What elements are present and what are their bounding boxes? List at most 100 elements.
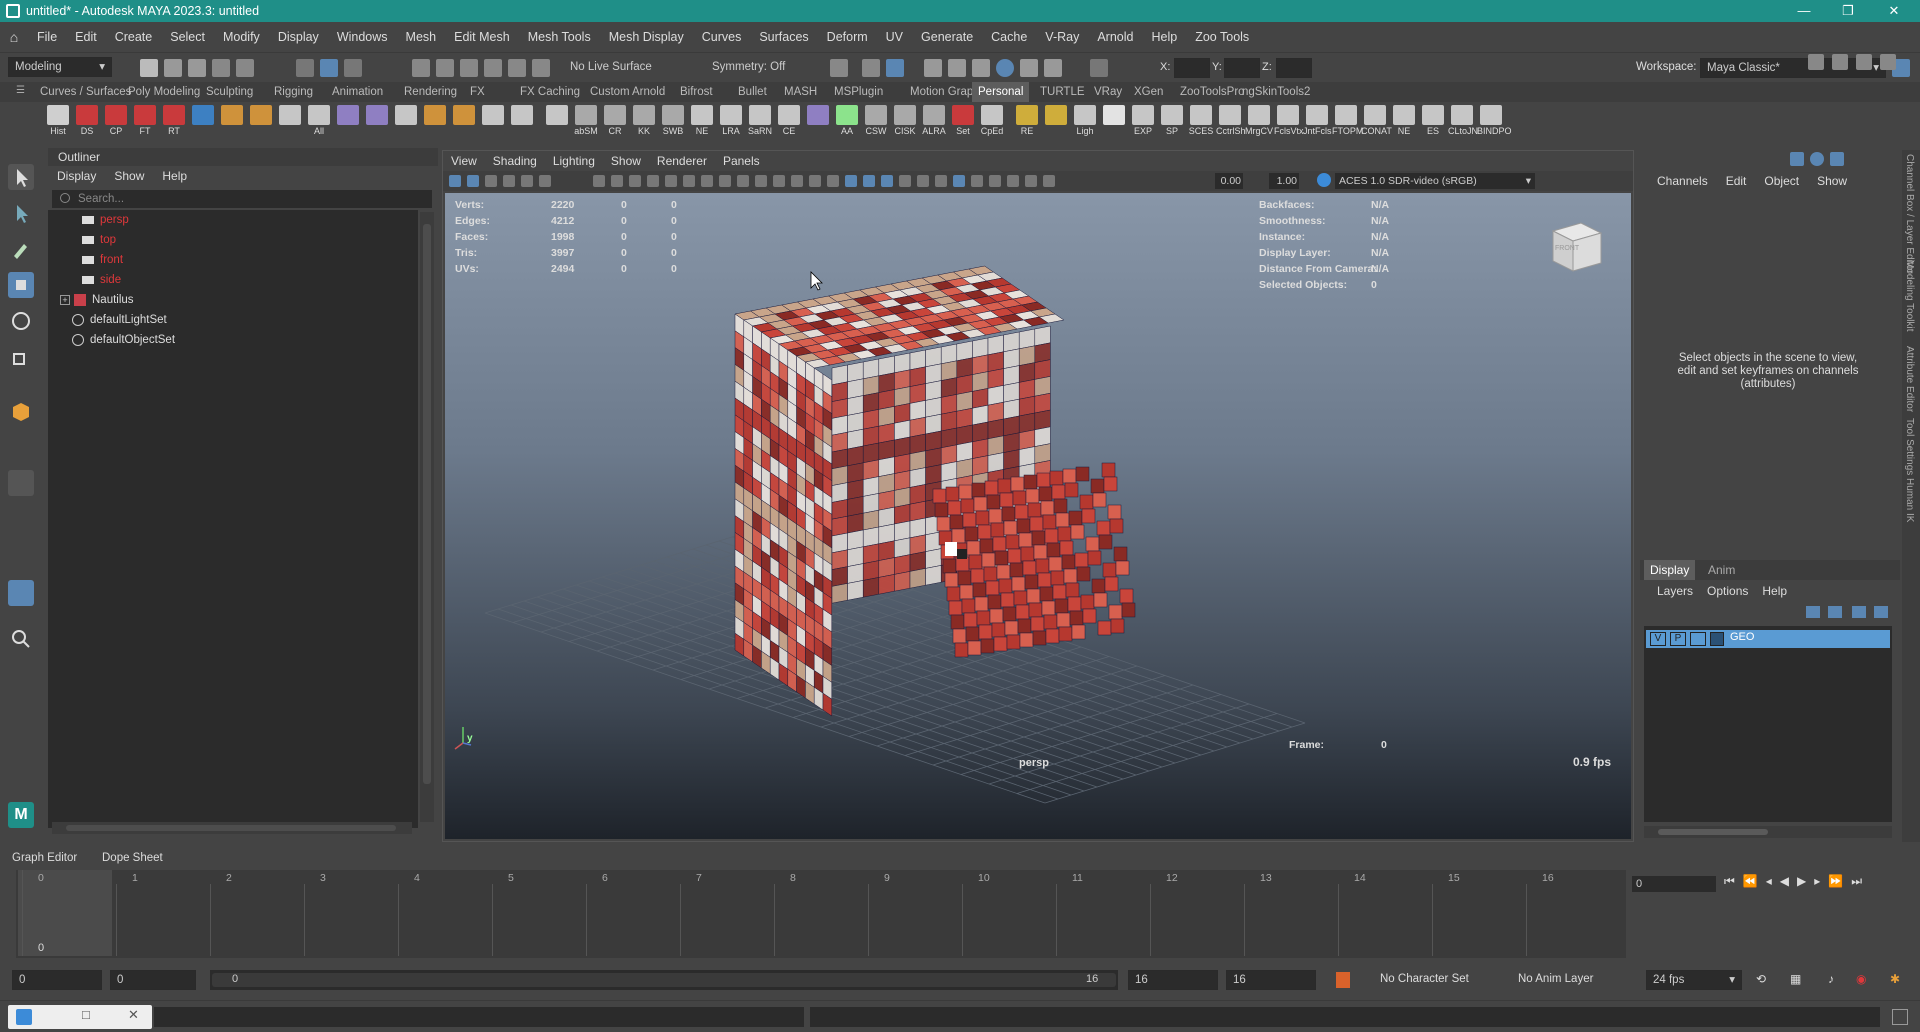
new-scene-icon[interactable] [140, 59, 158, 77]
shelf-button-set[interactable]: Set [949, 104, 977, 140]
shelf-tab-arnold[interactable]: Arnold [632, 82, 665, 102]
layer-hscrollbar[interactable] [1644, 826, 1892, 838]
expand-icon[interactable]: + [60, 295, 70, 305]
right-strip-tab-1[interactable]: Modeling Toolkit [1904, 260, 1915, 332]
current-frame-field[interactable]: 0 [1632, 876, 1716, 892]
outliner-item-top[interactable]: top [82, 230, 116, 250]
viewport-tool-icon[interactable] [989, 175, 1001, 187]
new-layer-icon[interactable] [1852, 606, 1866, 618]
snap-pivot-icon[interactable] [532, 59, 550, 77]
viewport-tool-icon[interactable] [485, 175, 497, 187]
layer-move-up-icon[interactable] [1806, 606, 1820, 618]
fps-dropdown[interactable]: 24 fps ▾ [1646, 970, 1742, 990]
channel-box-menu-show[interactable]: Show [1808, 174, 1856, 188]
shelf-button-lra[interactable]: LRA [717, 104, 745, 140]
menu-create[interactable]: Create [106, 30, 162, 44]
menu-help[interactable]: Help [1142, 30, 1186, 44]
mel-input[interactable] [154, 1007, 804, 1027]
layer-visibility-toggle[interactable]: V [1650, 632, 1666, 646]
snap-surface-icon[interactable] [508, 59, 526, 77]
playback-end-field[interactable]: 16 [1128, 970, 1218, 990]
menu-file[interactable]: File [28, 30, 66, 44]
shelf-tab-zootoolspro[interactable]: ZooToolsPro [1180, 82, 1245, 102]
toggle-modeling-toolkit-icon[interactable] [1808, 54, 1824, 70]
start-time-field[interactable]: 0 [12, 970, 102, 990]
menu-zoo-tools[interactable]: Zoo Tools [1186, 30, 1258, 44]
select-by-component-icon[interactable] [344, 59, 362, 77]
menu-generate[interactable]: Generate [912, 30, 982, 44]
z-field[interactable] [1276, 58, 1312, 78]
shelf-button-cisk[interactable]: CISK [891, 104, 919, 140]
snap-grid-icon[interactable] [412, 59, 430, 77]
close-button[interactable]: ✕ [1874, 0, 1914, 22]
viewport-tool-icon[interactable] [701, 175, 713, 187]
outliner-menu-show[interactable]: Show [105, 169, 153, 183]
shelf-button-es[interactable]: ES [1419, 104, 1447, 140]
viewport-tool-icon[interactable] [611, 175, 623, 187]
tab-dope-sheet[interactable]: Dope Sheet [102, 852, 163, 864]
viewport-tool-icon[interactable] [971, 175, 983, 187]
outliner-search-input[interactable]: Search... [52, 190, 432, 208]
select-tool-icon[interactable] [8, 164, 34, 190]
channel-box-help-icon[interactable] [1810, 152, 1824, 166]
viewport-tool-icon[interactable] [899, 175, 911, 187]
layer-move-down-icon[interactable] [1828, 606, 1842, 618]
shelf-tab-msplugin[interactable]: MSPlugin [834, 82, 883, 102]
layer-menu-options[interactable]: Options [1700, 584, 1755, 598]
channel-box-menu-edit[interactable]: Edit [1717, 174, 1756, 188]
shelf-button-swb[interactable]: SWB [659, 104, 687, 140]
new-layer-selected-icon[interactable] [1874, 606, 1888, 618]
shelf-button-kk[interactable]: KK [630, 104, 658, 140]
shelf-button-tool-8[interactable] [276, 104, 304, 140]
layer-row-geo[interactable]: V P GEO [1646, 630, 1890, 648]
undo-icon[interactable] [212, 59, 230, 77]
shelf-tab-curves-surfaces[interactable]: Curves / Surfaces [40, 82, 131, 102]
play-backward-icon[interactable]: ◀ [1780, 874, 1789, 889]
viewport-tool-icon[interactable] [719, 175, 731, 187]
outliner-item-persp[interactable]: persp [82, 210, 129, 230]
transform-mode-icon[interactable] [1090, 59, 1108, 77]
viewport-tool-icon[interactable] [827, 175, 839, 187]
loop-icon[interactable]: ⟲ [1756, 972, 1766, 986]
viewport-tool-icon[interactable] [629, 175, 641, 187]
shelf-button-alra[interactable]: ALRA [920, 104, 948, 140]
playback-start-field[interactable]: 0 [110, 970, 196, 990]
shelf-button-mrgcv[interactable]: MrgCV [1245, 104, 1273, 140]
shelf-button-conat[interactable]: CONAT [1361, 104, 1392, 140]
3d-viewport[interactable]: Verts: 2220 0 0 Edges: 4212 0 0 Faces: 1998 0 0 Tris… [445, 193, 1631, 839]
render-current-icon[interactable] [886, 59, 904, 77]
shelf-tab-rendering[interactable]: Rendering [404, 82, 457, 102]
viewport-tool-icon[interactable] [503, 175, 515, 187]
exposure-field[interactable]: 0.00 [1215, 173, 1243, 189]
hypershade-icon[interactable] [948, 59, 966, 77]
menu-edit-mesh[interactable]: Edit Mesh [445, 30, 519, 44]
toggle-attribute-editor-icon[interactable] [1832, 54, 1848, 70]
layer-playback-toggle[interactable]: P [1670, 632, 1686, 646]
menu-arnold[interactable]: Arnold [1088, 30, 1142, 44]
shelf-button-cp[interactable]: CP [102, 104, 130, 140]
shelf-button-re[interactable]: RE [1013, 104, 1041, 140]
stop-record-icon[interactable]: ◉ [1856, 972, 1866, 986]
outliner-item-defaultlightset[interactable]: defaultLightSet [72, 310, 167, 330]
shelf-button-ne[interactable]: NE [1390, 104, 1418, 140]
anim-prefs-icon[interactable]: ✱ [1890, 972, 1900, 986]
shelf-button-tool-15[interactable] [479, 104, 507, 140]
shelf-button-cped[interactable]: CpEd [978, 104, 1006, 140]
four-view-icon[interactable] [8, 508, 34, 534]
render-settings-icon[interactable] [924, 59, 942, 77]
single-perspective-view-icon[interactable] [8, 470, 34, 496]
shelf-button-aa[interactable]: AA [833, 104, 861, 140]
toggle-tool-settings-icon[interactable] [1856, 54, 1872, 70]
shelf-button-tool-5[interactable] [189, 104, 217, 140]
snap-point-icon[interactable] [460, 59, 478, 77]
channel-box-menu-channels[interactable]: Channels [1648, 174, 1717, 188]
paint-select-tool-icon[interactable] [8, 236, 34, 262]
menu-modify[interactable]: Modify [214, 30, 269, 44]
shelf-button-ftopm[interactable]: FTOPM [1332, 104, 1363, 140]
shelf-button-tool-14[interactable] [450, 104, 478, 140]
channel-box-menu-object[interactable]: Object [1755, 174, 1808, 188]
x-field[interactable] [1174, 58, 1210, 78]
viewport-tool-icon[interactable] [449, 175, 461, 187]
shelf-button-sp[interactable]: SP [1158, 104, 1186, 140]
shelf-button-ce[interactable]: CE [775, 104, 803, 140]
